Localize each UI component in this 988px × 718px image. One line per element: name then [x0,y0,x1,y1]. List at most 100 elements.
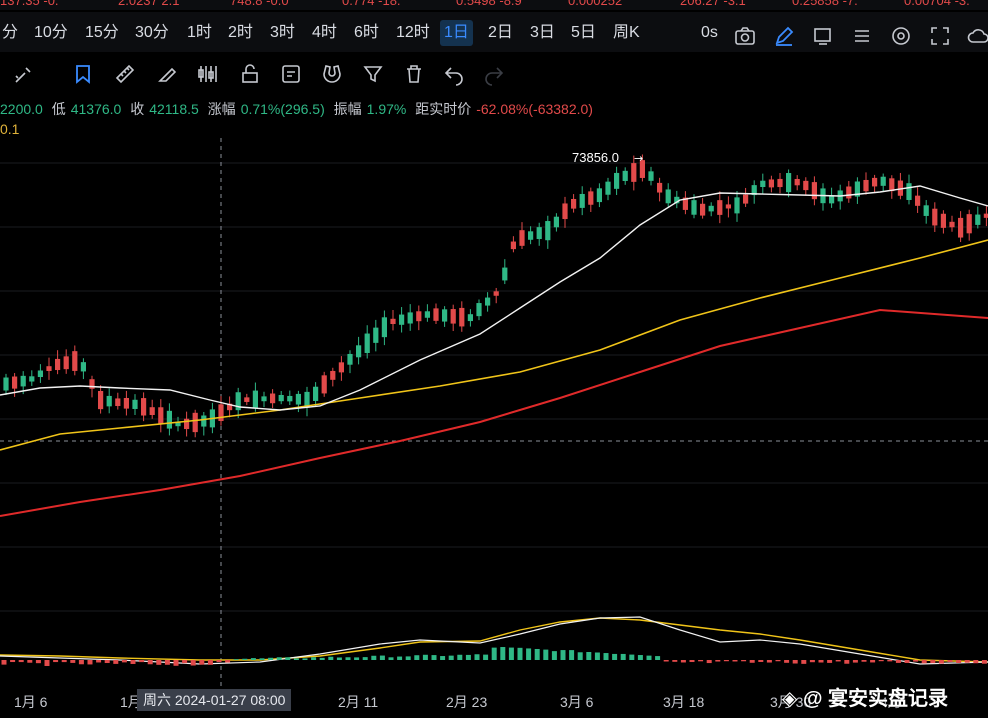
candle-body [476,303,482,317]
candle-body [80,362,86,372]
histogram-bar [293,658,299,660]
candle-body [510,241,516,250]
tf-1d[interactable]: 1日 [440,20,473,46]
target-icon[interactable] [889,24,913,48]
histogram-bar [508,647,514,660]
ticker-item[interactable]: 137.35 -0. [0,0,59,8]
candle-body [614,172,620,189]
candle-body [777,178,783,188]
histogram-bar [603,653,609,660]
candle-body [115,398,121,407]
histogram-bar [448,655,454,660]
histogram-bar [199,660,205,665]
candle-body [545,221,551,241]
histogram-bar [362,657,368,660]
candle-body [390,318,396,325]
eraser-icon[interactable] [155,62,179,86]
candle-body [399,314,405,325]
candle-body [863,179,869,192]
histogram-bar [560,650,566,660]
candle-body [192,412,198,433]
candle-body [760,180,766,188]
candle-body [166,410,172,429]
ticker-item[interactable]: 0.00704 -3. [904,0,970,8]
redo-icon[interactable] [482,62,506,86]
histogram-bar [319,657,325,660]
candle-body [631,163,637,182]
tf-5d[interactable]: 5日 [567,20,600,46]
candle-body [364,333,370,354]
histogram-bar [663,660,669,662]
histogram-bar [147,660,153,665]
candlestick-chart[interactable]: 73856.0 → [0,138,988,686]
candle-body [149,407,155,415]
histogram-bar [483,654,489,660]
histogram-bar [87,660,93,665]
magnet-icon[interactable] [320,62,344,86]
cloud-icon[interactable] [966,24,988,48]
ticker-item[interactable]: 0.774 -18. [342,0,401,8]
pen-icon[interactable] [772,24,796,48]
candle-body [528,231,534,240]
shape-icon[interactable] [71,62,95,86]
histogram-bar [259,658,265,660]
low-label: 低 [51,101,66,117]
histogram-bar [70,660,76,663]
histogram-bar [1,660,7,665]
tf-10min[interactable]: 10分 [30,20,72,46]
ruler-icon[interactable] [113,62,137,86]
candle-body [459,307,465,327]
histogram-bar [379,655,385,660]
tf-6h[interactable]: 6时 [350,20,383,46]
ticker-item[interactable]: 0.25858 -7. [792,0,858,8]
trash-icon[interactable] [402,62,426,86]
x-label: 3月 18 [663,694,705,710]
candle-body [201,415,207,427]
amplitude-value: 1.97% [366,101,407,117]
ticker-item[interactable]: 0.000252 [568,0,622,8]
countdown: 0s [701,24,718,41]
x-label: 3月 6 [560,694,594,710]
tf-3h[interactable]: 3时 [266,20,299,46]
window-icon[interactable] [811,24,835,48]
tf-12h[interactable]: 12时 [392,20,434,46]
ticker-item[interactable]: 206.27 -3.1 [680,0,746,8]
tf-1min[interactable]: 分 [0,20,22,46]
candle-body [622,170,628,181]
undo-icon[interactable] [442,62,466,86]
candle-body [596,188,602,203]
tf-15min[interactable]: 15分 [81,20,123,46]
tf-3d[interactable]: 3日 [526,20,559,46]
note-icon[interactable] [279,62,303,86]
camera-icon[interactable] [733,24,757,48]
histogram-bar [285,657,291,660]
tf-1h[interactable]: 1时 [183,20,216,46]
histogram-bar [956,660,962,663]
expand-icon[interactable] [928,24,952,48]
candle-body [700,203,706,216]
filter-icon[interactable] [361,62,385,86]
histogram-bar [852,660,858,663]
tf-30min[interactable]: 30分 [131,20,173,46]
ticker-item[interactable]: 0.5498 -8.9 [456,0,522,8]
ticker-item[interactable]: 748.8 -0.0 [230,0,289,8]
ticker-item[interactable]: 2.0237 2.1 [118,0,179,8]
tf-2d[interactable]: 2日 [484,20,517,46]
lock-icon[interactable] [238,62,262,86]
candle-body [915,195,921,206]
histogram-bar [268,657,274,660]
candle-body [932,208,938,226]
tf-4h[interactable]: 4时 [308,20,341,46]
candle-body [579,193,585,208]
draw-icon[interactable] [12,62,36,86]
tf-week[interactable]: 周K [609,20,644,46]
histogram-bar [311,657,317,660]
high-marker-label: 73856.0 [572,150,619,165]
candles-icon[interactable] [196,62,220,86]
amplitude-label: 振幅 [333,101,362,117]
candle-body [123,398,129,409]
tf-2h[interactable]: 2时 [224,20,257,46]
list-icon[interactable] [850,24,874,48]
candle-body [244,397,250,402]
candle-body [768,179,774,188]
